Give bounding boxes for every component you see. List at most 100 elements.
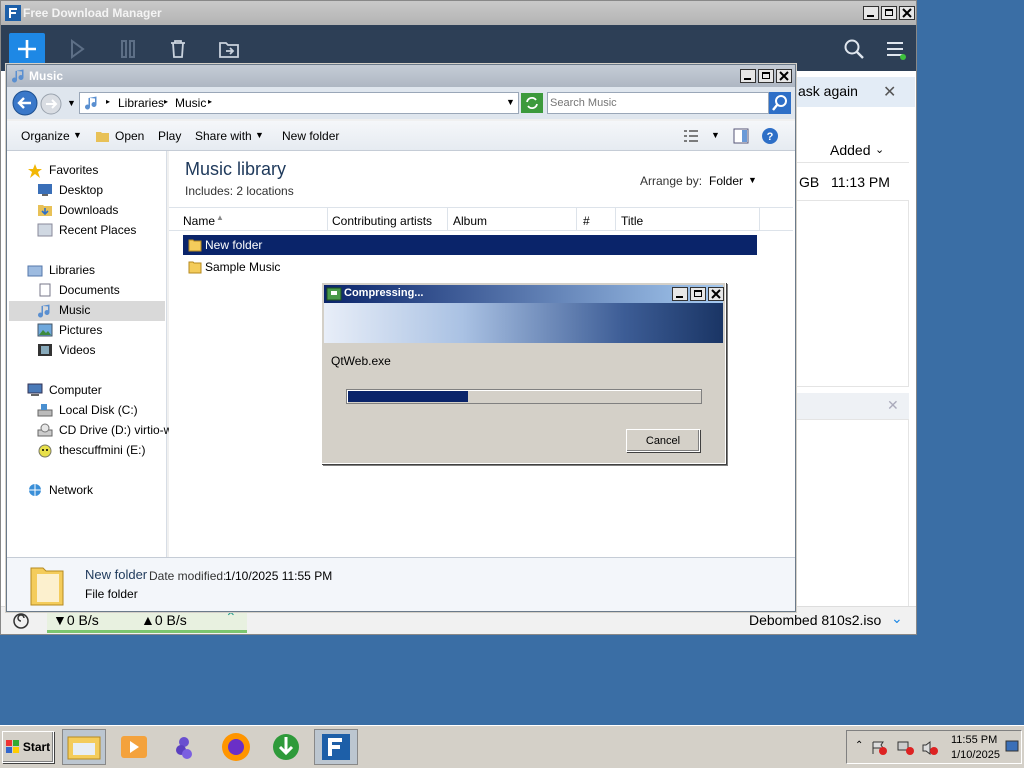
upload-speed: ▲0 B/s [141, 612, 187, 628]
delete-icon[interactable] [168, 39, 188, 59]
close-details-icon[interactable]: ✕ [887, 397, 899, 414]
status-filename[interactable]: Debombed 810s2.iso [749, 612, 881, 628]
nav-network[interactable]: Network [27, 483, 93, 497]
nav-computer[interactable]: Computer [27, 383, 102, 397]
nav-cd-drive[interactable]: CD Drive (D:) virtio-wi [37, 423, 175, 437]
column-album[interactable]: Album [453, 214, 487, 228]
add-download-button[interactable] [9, 33, 45, 65]
network-tray-icon[interactable] [897, 740, 915, 756]
nav-libraries[interactable]: Libraries [27, 263, 95, 277]
list-item[interactable]: New folder [183, 235, 757, 255]
nav-videos[interactable]: Videos [37, 343, 95, 357]
action-center-icon[interactable] [871, 740, 889, 756]
open-button[interactable]: Open [115, 129, 144, 143]
share-dropdown-icon: ▼ [255, 130, 264, 140]
address-bar[interactable]: ▸ Libraries ▸ Music ▸ ▼ [79, 92, 519, 114]
close-button[interactable] [899, 6, 915, 20]
organize-menu[interactable]: Organize [21, 129, 70, 143]
system-tray: ⌃ 11:55 PM 1/10/2025 [846, 730, 1022, 764]
chevron-down-icon[interactable]: ⌄ [891, 610, 903, 627]
view-options-icon[interactable] [682, 128, 700, 144]
close-notice-icon[interactable]: ✕ [883, 82, 896, 102]
archive-icon [326, 286, 342, 302]
volume-muted-icon[interactable] [921, 740, 939, 756]
minimize-button[interactable] [740, 69, 756, 83]
resume-icon[interactable] [69, 39, 91, 59]
maximize-button[interactable] [881, 6, 897, 20]
compressing-dialog: Compressing... QtWeb.exe Cancel [321, 282, 726, 464]
music-icon [37, 303, 53, 318]
nav-recent-places[interactable]: Recent Places [37, 223, 136, 237]
idm-button[interactable] [264, 729, 308, 765]
nav-downloads[interactable]: Downloads [37, 203, 118, 217]
nav-desktop[interactable]: Desktop [37, 183, 103, 197]
column-contributing-artists[interactable]: Contributing artists [332, 214, 432, 228]
search-icon[interactable] [843, 38, 865, 60]
arrange-by-value[interactable]: Folder [709, 174, 743, 188]
close-button[interactable] [708, 287, 724, 301]
search-input[interactable] [550, 94, 766, 112]
snail-icon[interactable] [9, 611, 35, 631]
file-name: New folder [205, 238, 263, 252]
nav-favorites[interactable]: Favorites [27, 163, 98, 178]
search-box [547, 92, 769, 114]
chevron-up-icon[interactable]: ⌃ [855, 740, 863, 751]
recent-pages-icon[interactable]: ▼ [67, 98, 76, 108]
help-icon[interactable]: ? [761, 127, 779, 145]
menu-icon[interactable] [885, 39, 909, 61]
breadcrumb-music[interactable]: Music [175, 96, 206, 110]
download-globe-icon [270, 731, 302, 763]
refresh-button[interactable] [521, 93, 543, 113]
start-button[interactable]: Start [2, 731, 54, 763]
breadcrumb-libraries[interactable]: Libraries [118, 96, 164, 110]
play-button[interactable]: Play [158, 129, 181, 143]
view-dropdown-icon[interactable]: ▼ [711, 130, 720, 140]
search-icon[interactable] [769, 92, 791, 114]
clock-date[interactable]: 1/10/2025 [951, 749, 1000, 761]
dialog-titlebar[interactable]: Compressing... [324, 285, 724, 303]
media-player-button[interactable] [112, 729, 156, 765]
nav-documents[interactable]: Documents [37, 283, 120, 297]
arrange-dropdown-icon[interactable]: ▼ [748, 175, 757, 185]
fdm-titlebar[interactable]: Free Download Manager [1, 1, 916, 25]
fdm-taskbar-button[interactable] [314, 729, 358, 765]
download-row[interactable]: GB 11:13 PM [795, 165, 909, 201]
address-dropdown-icon[interactable]: ▼ [506, 97, 515, 107]
preview-pane-icon[interactable] [733, 128, 749, 144]
column-title[interactable]: Title [621, 214, 643, 228]
ask-again-text[interactable]: ask again [798, 83, 858, 99]
explorer-titlebar[interactable]: Music [7, 65, 795, 87]
forward-button[interactable] [39, 92, 63, 116]
folder-icon [187, 237, 203, 253]
nav-thescuffmini[interactable]: thescuffmini (E:) [37, 443, 145, 458]
minimize-button[interactable] [672, 287, 688, 301]
dialog-banner [324, 303, 723, 343]
added-column-header[interactable]: Added [830, 142, 870, 158]
maximize-button[interactable] [758, 69, 774, 83]
explorer-taskbar-button[interactable] [62, 729, 106, 765]
nav-music[interactable]: Music [37, 303, 90, 318]
maximize-button[interactable] [690, 287, 706, 301]
library-includes[interactable]: Includes: 2 locations [185, 184, 294, 198]
details-pane: New folder Date modified: 1/10/2025 11:5… [7, 557, 795, 611]
nav-local-disk[interactable]: Local Disk (C:) [37, 403, 138, 417]
share-with-menu[interactable]: Share with [195, 129, 252, 143]
back-button[interactable] [11, 90, 39, 116]
column-number[interactable]: # [583, 214, 590, 228]
show-desktop-icon[interactable] [1005, 740, 1019, 754]
nav-pictures[interactable]: Pictures [37, 323, 102, 337]
list-item[interactable]: Sample Music [183, 257, 383, 277]
recent-places-icon [37, 223, 53, 237]
firefox-button[interactable] [214, 729, 258, 765]
app-taskbar-button[interactable] [162, 729, 206, 765]
move-folder-icon[interactable] [218, 39, 240, 59]
column-name[interactable]: Name [183, 214, 215, 228]
notice-bar: ask again ✕ [795, 77, 915, 107]
minimize-button[interactable] [863, 6, 879, 20]
new-folder-button[interactable]: New folder [282, 129, 339, 143]
cancel-button[interactable]: Cancel [626, 429, 700, 452]
pause-icon[interactable] [119, 39, 141, 59]
hard-drive-icon [37, 403, 53, 417]
close-button[interactable] [776, 69, 792, 83]
clock-time[interactable]: 11:55 PM [951, 734, 997, 746]
